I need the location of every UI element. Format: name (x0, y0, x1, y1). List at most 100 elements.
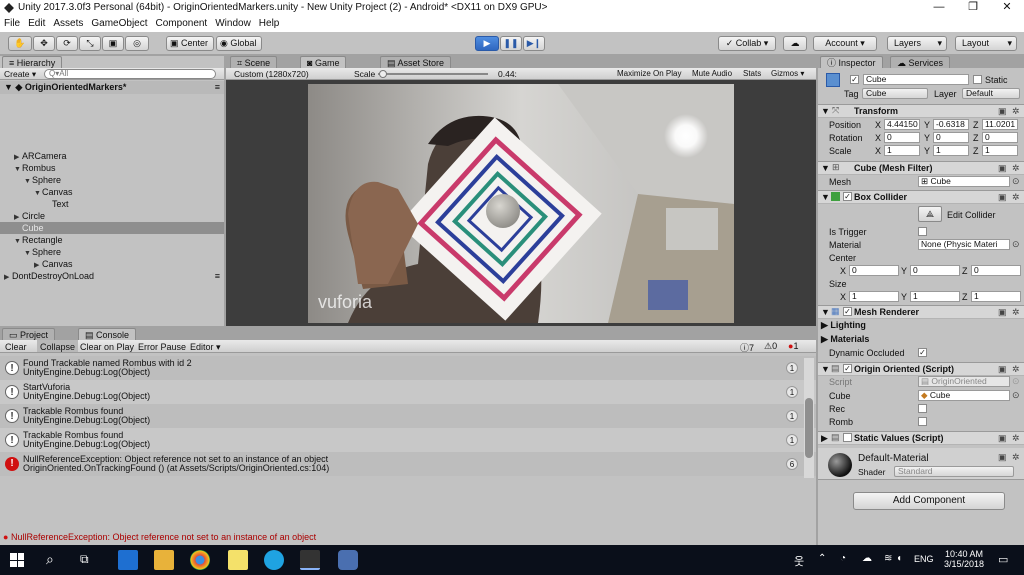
expand-arrow-icon[interactable]: ▶ (4, 272, 12, 284)
step-button[interactable]: ▶❙ (523, 36, 545, 51)
clock[interactable]: 10:40 AM 3/15/2018 (942, 549, 986, 569)
gear-icon[interactable]: ✲ (1012, 307, 1020, 318)
cloud-icon[interactable]: ☁ (783, 36, 807, 51)
rect-tool-icon[interactable]: ▣ (102, 36, 124, 51)
object-picker-icon[interactable]: ⊙ (1012, 390, 1020, 401)
scale-slider[interactable] (378, 73, 488, 75)
static-values-enabled-checkbox[interactable] (843, 433, 852, 442)
dynamic-occluded-checkbox[interactable]: ✓ (918, 348, 927, 357)
object-picker-icon[interactable]: ⊙ (1012, 176, 1020, 187)
x-value-field[interactable]: 0 (884, 132, 920, 143)
info-count-toggle[interactable]: ⓘ7 (740, 341, 754, 354)
tray-chevron-icon[interactable]: ⌃ (818, 553, 826, 564)
z-value-field[interactable]: 1 (982, 145, 1018, 156)
y-value-field[interactable]: 1 (910, 291, 960, 302)
z-value-field[interactable]: 11.0201 (982, 119, 1018, 130)
tag-dropdown[interactable]: Cube (862, 88, 928, 99)
box-collider-header[interactable]: ▼ ✓ Box Collider ▣ ✲ (818, 190, 1024, 204)
status-bar[interactable]: ● NullReferenceException: Object referen… (0, 530, 816, 545)
help-icon[interactable]: ▣ (998, 307, 1007, 318)
lighting-foldout[interactable]: ▶ Lighting (821, 320, 866, 331)
stats-toggle[interactable]: Stats (743, 69, 761, 78)
cube-ref-field[interactable]: ◆ Cube (918, 390, 1010, 401)
object-picker-icon[interactable]: ⊙ (1012, 239, 1020, 250)
minimize-button[interactable]: — (922, 0, 956, 16)
hierarchy-item[interactable]: ▼Canvas (0, 186, 224, 198)
gizmos-dropdown[interactable]: Gizmos ▾ (771, 69, 804, 78)
x-value-field[interactable]: 0 (849, 265, 899, 276)
hierarchy-item[interactable]: ▶ Canvas (0, 258, 224, 270)
active-checkbox[interactable]: ✓ (850, 75, 859, 84)
gear-icon[interactable]: ✲ (1012, 433, 1020, 444)
shader-dropdown[interactable]: Standard (894, 466, 1014, 477)
scene-root[interactable]: ▼ ◆ OriginOrientedMarkers* ≡ (0, 81, 224, 94)
clear-on-play-toggle[interactable]: Clear on Play (80, 342, 134, 352)
rec-checkbox[interactable] (918, 404, 927, 413)
script-enabled-checkbox[interactable]: ✓ (843, 364, 852, 373)
scale-slider-handle[interactable] (379, 70, 387, 78)
y-value-field[interactable]: 0 (933, 132, 969, 143)
editor-dropdown[interactable]: Editor ▾ (190, 342, 221, 353)
gear-icon[interactable]: ✲ (1012, 364, 1020, 375)
hierarchy-item[interactable]: ▼Sphere (0, 246, 224, 258)
x-value-field[interactable]: 1 (884, 145, 920, 156)
console-entry[interactable]: ! Found Trackable named Rombus with id 2U… (0, 356, 816, 380)
notifications-icon[interactable]: ▭ (998, 553, 1008, 566)
maximize-button[interactable]: ❐ (956, 0, 990, 16)
origin-oriented-header[interactable]: ▼ ▤ ✓ Origin Oriented (Script) ▣ ✲ (818, 362, 1024, 376)
volume-icon[interactable]: ◖ (896, 553, 902, 564)
is-trigger-checkbox[interactable] (918, 227, 927, 236)
pause-button[interactable]: ❚❚ (500, 36, 522, 51)
mesh-filter-header[interactable]: ▼ ⊞ Cube (Mesh Filter) ▣ ✲ (818, 161, 1024, 175)
material-section[interactable]: Default-Material Shader Standard ▣ ✲ (818, 448, 1024, 480)
account-button[interactable]: Account ▾ (813, 36, 877, 51)
console-entry[interactable]: ! NullReferenceException: Object referenc… (0, 452, 816, 476)
menu-help[interactable]: Help (255, 16, 284, 32)
mesh-renderer-enabled-checkbox[interactable]: ✓ (843, 307, 852, 316)
hierarchy-item[interactable]: ▶ DontDestroyOnLoad ≡ (0, 270, 224, 282)
network-icon[interactable]: ◔ (840, 553, 846, 564)
people-icon[interactable]: 웃 (794, 553, 804, 569)
hierarchy-item[interactable]: ▼Rectangle (0, 234, 224, 246)
materials-foldout[interactable]: ▶ Materials (821, 334, 869, 345)
unity-taskbar-icon[interactable] (300, 550, 320, 570)
hierarchy-item[interactable]: ▶ Circle (0, 210, 224, 222)
menu-edit[interactable]: Edit (24, 16, 49, 32)
gear-icon[interactable]: ✲ (1012, 106, 1020, 117)
tab-inspector[interactable]: ⓘ Inspector (820, 56, 883, 68)
pivot-center-button[interactable]: ▣ Center (166, 36, 214, 51)
language-indicator[interactable]: ENG (914, 554, 934, 564)
x-value-field[interactable]: 1 (849, 291, 899, 302)
tab-console[interactable]: ▤ Console (78, 328, 137, 340)
tab-project[interactable]: ▭ Project (2, 328, 56, 340)
help-icon[interactable]: ▣ (998, 106, 1007, 117)
menu-file[interactable]: File (0, 16, 24, 32)
app-icon[interactable] (338, 550, 358, 570)
windows-start-icon[interactable] (10, 553, 24, 567)
y-value-field[interactable]: 0 (910, 265, 960, 276)
box-collider-enabled-checkbox[interactable]: ✓ (843, 192, 852, 201)
add-component-button[interactable]: Add Component (853, 492, 1005, 510)
resolution-dropdown[interactable]: Custom (1280x720) (234, 69, 309, 79)
play-button[interactable]: ▶ (475, 36, 499, 51)
wifi-icon[interactable]: ≋ (884, 553, 892, 564)
help-icon[interactable]: ▣ (998, 163, 1007, 174)
error-pause-toggle[interactable]: Error Pause (138, 342, 186, 352)
gear-icon[interactable]: ✲ (1012, 192, 1020, 203)
create-button[interactable]: Create ▾ (4, 69, 36, 80)
mesh-renderer-header[interactable]: ▼ ▦ ✓ Mesh Renderer ▣ ✲ (818, 305, 1024, 319)
move-tool-icon[interactable]: ✥ (33, 36, 55, 51)
mute-audio-toggle[interactable]: Mute Audio (692, 69, 732, 78)
console-scrollbar[interactable] (804, 358, 814, 478)
rotate-tool-icon[interactable]: ⟳ (56, 36, 78, 51)
y-value-field[interactable]: 1 (933, 145, 969, 156)
global-button[interactable]: ◉ Global (216, 36, 262, 51)
warning-count-toggle[interactable]: ⚠0 (764, 341, 777, 352)
layers-dropdown[interactable]: Layers ▾ (887, 36, 947, 51)
options-icon[interactable]: ≡ (215, 270, 220, 282)
hierarchy-item[interactable]: Text (0, 198, 224, 210)
object-name-field[interactable]: Cube (863, 74, 969, 85)
romb-checkbox[interactable] (918, 417, 927, 426)
menu-window[interactable]: Window (211, 16, 255, 32)
collab-button[interactable]: ✓ Collab ▾ (718, 36, 776, 51)
